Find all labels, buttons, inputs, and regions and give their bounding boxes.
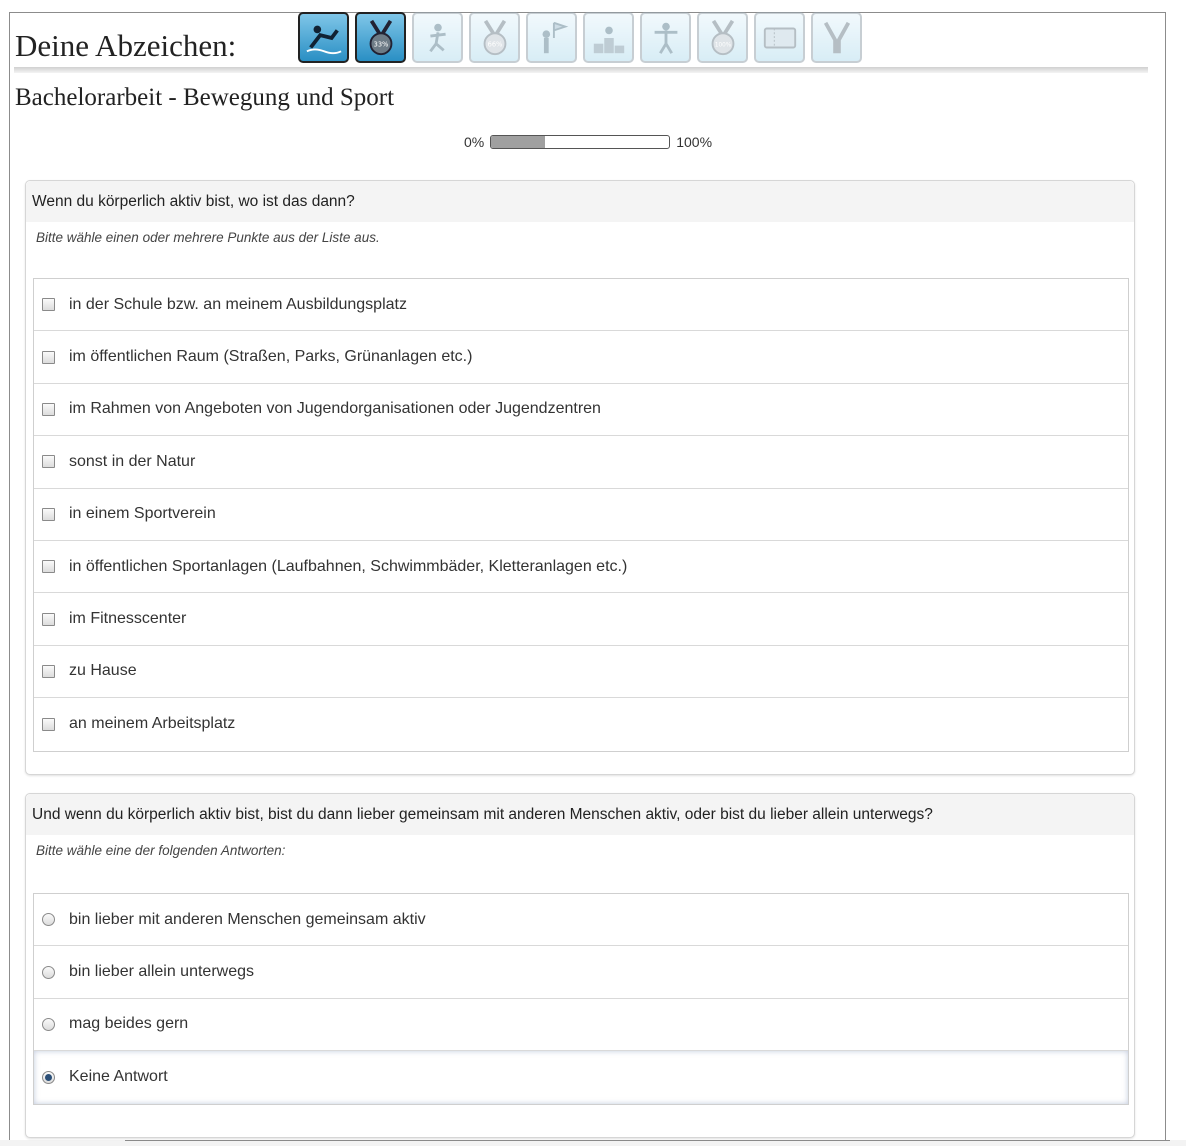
- progress-max-label: 100%: [676, 134, 713, 150]
- medal-100-icon: 100%: [697, 12, 748, 63]
- checkbox-label[interactable]: in der Schule bzw. an meinem Ausbildungs…: [69, 296, 407, 314]
- radio-option[interactable]: bin lieber allein unterwegs: [34, 946, 1128, 999]
- checkbox[interactable]: [42, 612, 55, 626]
- badges-bar: 33% 66% 100%: [298, 12, 862, 63]
- survey-title: Bachelorarbeit - Bewegung und Sport: [15, 84, 395, 111]
- ticket-icon: [754, 12, 805, 63]
- svg-text:33%: 33%: [373, 40, 388, 48]
- checkbox[interactable]: [42, 298, 55, 312]
- question-2-help: Bitte wähle eine der folgenden Antworten…: [36, 843, 286, 858]
- checkbox-option[interactable]: in öffentlichen Sportanlagen (Laufbahnen…: [34, 541, 1128, 594]
- checkbox[interactable]: [42, 455, 55, 469]
- radio-button[interactable]: [42, 913, 55, 927]
- radio-label[interactable]: bin lieber allein unterwegs: [69, 963, 254, 981]
- checkbox-label[interactable]: zu Hause: [69, 662, 137, 680]
- radio-option[interactable]: bin lieber mit anderen Menschen gemeinsa…: [34, 894, 1128, 947]
- svg-text:66%: 66%: [487, 40, 502, 48]
- checkbox-option[interactable]: zu Hause: [34, 646, 1128, 699]
- checkbox[interactable]: [42, 350, 55, 364]
- checkbox-label[interactable]: in öffentlichen Sportanlagen (Laufbahnen…: [69, 558, 627, 576]
- medal-33-icon: 33%: [355, 12, 406, 63]
- badges-title: Deine Abzeichen:: [15, 28, 237, 63]
- radio-label[interactable]: bin lieber mit anderen Menschen gemeinsa…: [69, 911, 426, 929]
- radio-button[interactable]: [42, 965, 55, 979]
- checkbox-option[interactable]: in einem Sportverein: [34, 489, 1128, 541]
- checkbox[interactable]: [42, 507, 55, 521]
- checkbox-option[interactable]: in der Schule bzw. an meinem Ausbildungs…: [34, 279, 1128, 332]
- checkbox[interactable]: [42, 664, 55, 678]
- checkbox-label[interactable]: im Fitnesscenter: [69, 610, 186, 628]
- question-2-answers: bin lieber mit anderen Menschen gemeinsa…: [33, 893, 1129, 1105]
- radio-option[interactable]: Keine Antwort: [34, 1051, 1128, 1103]
- bottom-line: [125, 1140, 1170, 1141]
- checkbox-label[interactable]: im öffentlichen Raum (Straßen, Parks, Gr…: [69, 348, 472, 366]
- podium-icon: [583, 12, 634, 63]
- checkbox[interactable]: [42, 560, 55, 574]
- progress-track: [490, 135, 671, 149]
- checkbox-label[interactable]: an meinem Arbeitsplatz: [69, 715, 235, 733]
- medal-66-icon: 66%: [469, 12, 520, 63]
- question-group-1: Wenn du körperlich aktiv bist, wo ist da…: [25, 180, 1135, 775]
- radio-button[interactable]: [42, 1070, 55, 1084]
- radio-button[interactable]: [42, 1017, 55, 1031]
- checkbox[interactable]: [42, 402, 55, 416]
- victory-icon: [811, 12, 862, 63]
- checkbox-option[interactable]: an meinem Arbeitsplatz: [34, 698, 1128, 750]
- question-2-text: Und wenn du körperlich aktiv bist, bist …: [26, 794, 1134, 835]
- swimmer-icon: [298, 12, 349, 63]
- progress-min-label: 0%: [464, 134, 485, 150]
- progress-fill: [491, 136, 545, 148]
- flag-runner-icon: [526, 12, 577, 63]
- checkbox[interactable]: [42, 717, 55, 731]
- header-divider: [14, 67, 1148, 73]
- checkbox-label[interactable]: im Rahmen von Angeboten von Jugendorgani…: [69, 400, 601, 418]
- radio-label[interactable]: mag beides gern: [69, 1015, 188, 1033]
- checkbox-option[interactable]: im Rahmen von Angeboten von Jugendorgani…: [34, 384, 1128, 437]
- question-1-text: Wenn du körperlich aktiv bist, wo ist da…: [26, 181, 1134, 222]
- progress-bar: 0% 100%: [464, 134, 712, 150]
- question-1-help: Bitte wähle einen oder mehrere Punkte au…: [36, 230, 380, 245]
- svg-text:100%: 100%: [714, 42, 731, 48]
- radio-label[interactable]: Keine Antwort: [69, 1068, 168, 1086]
- checkbox-label[interactable]: sonst in der Natur: [69, 453, 195, 471]
- runner-icon: [412, 12, 463, 63]
- checkbox-option[interactable]: im Fitnesscenter: [34, 593, 1128, 646]
- checkbox-option[interactable]: sonst in der Natur: [34, 436, 1128, 489]
- question-1-answers: in der Schule bzw. an meinem Ausbildungs…: [33, 278, 1129, 752]
- finish-line-icon: [640, 12, 691, 63]
- radio-option[interactable]: mag beides gern: [34, 999, 1128, 1052]
- checkbox-option[interactable]: im öffentlichen Raum (Straßen, Parks, Gr…: [34, 331, 1128, 384]
- checkbox-label[interactable]: in einem Sportverein: [69, 505, 216, 523]
- question-group-2: Und wenn du körperlich aktiv bist, bist …: [25, 793, 1135, 1138]
